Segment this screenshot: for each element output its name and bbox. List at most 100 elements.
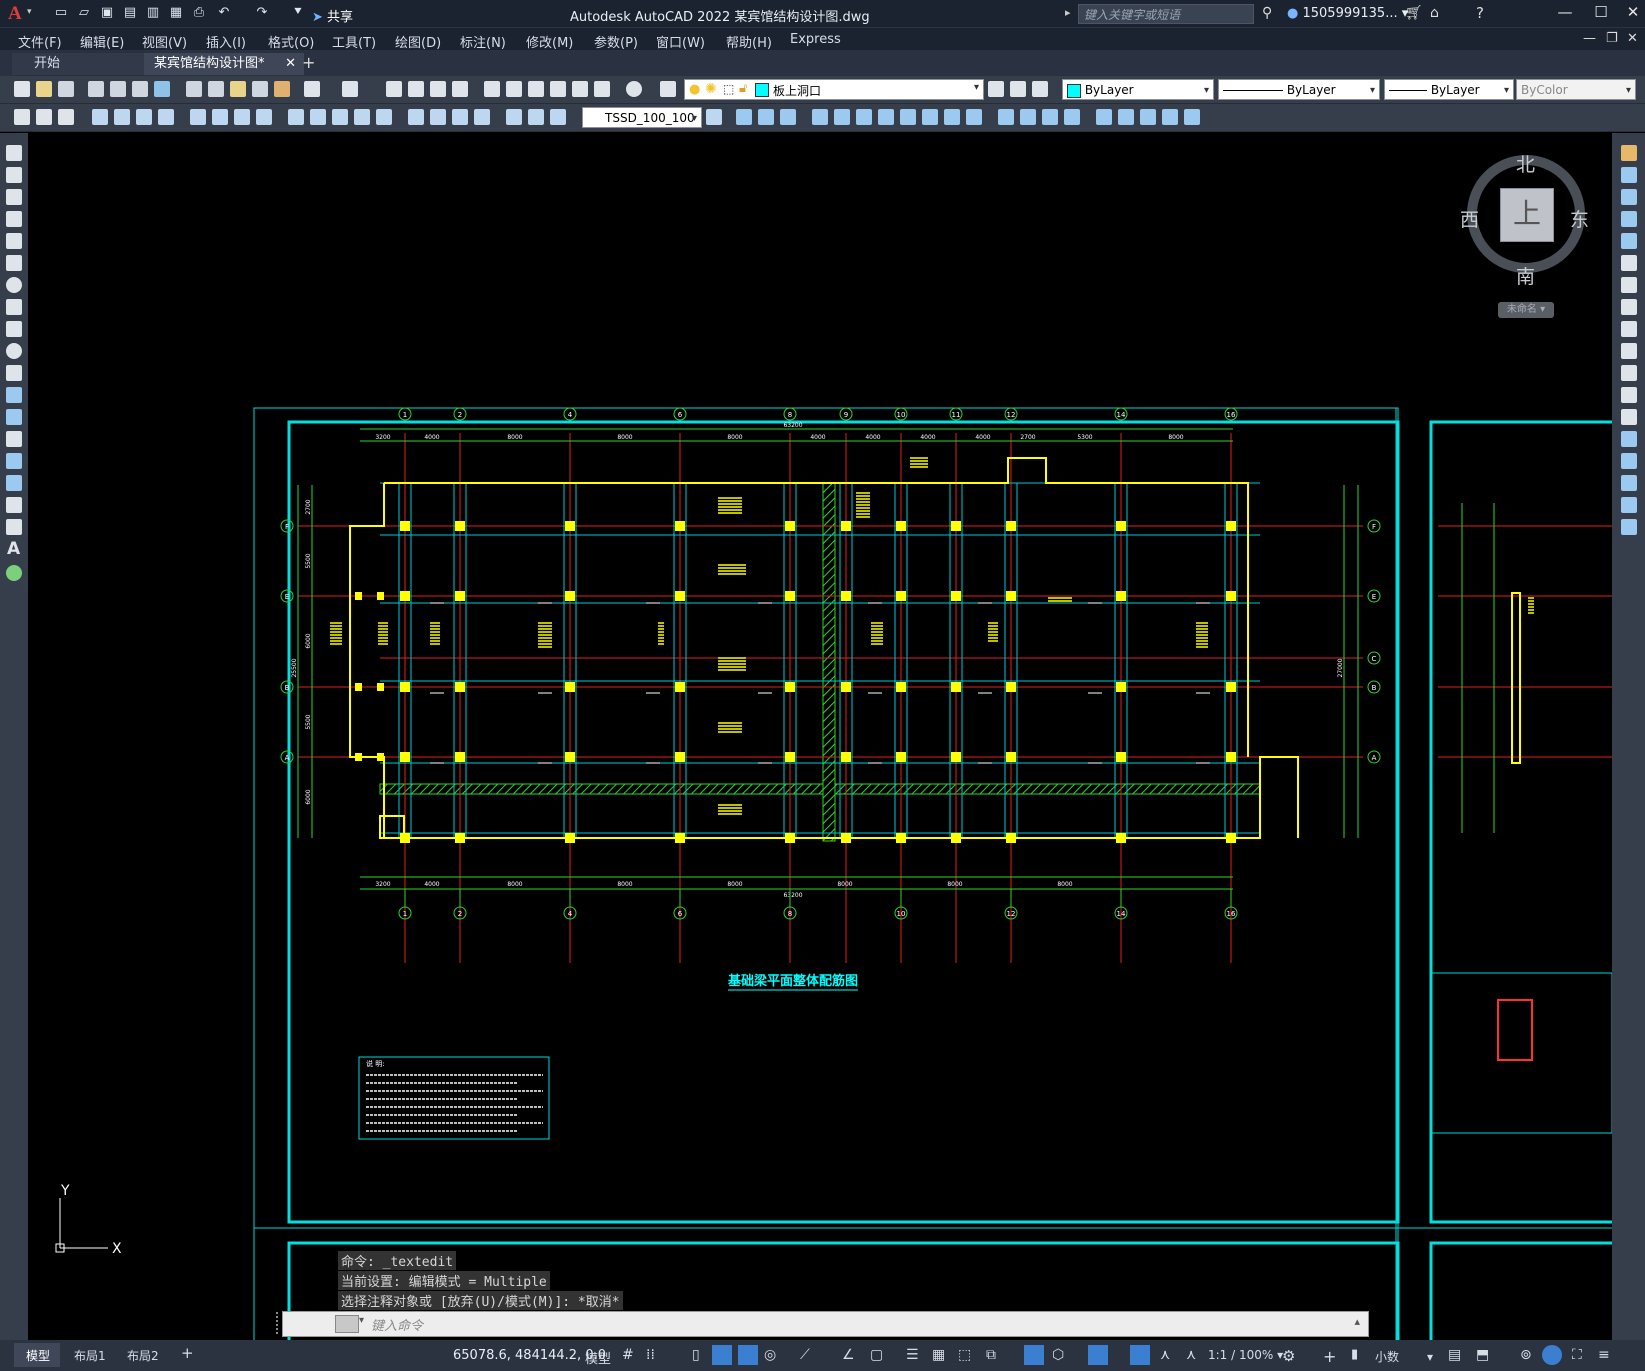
mirror-icon[interactable] (1621, 189, 1637, 205)
lineweight-dropdown[interactable]: ByLayer ▾ (1384, 79, 1514, 100)
copy-icon[interactable] (208, 81, 224, 97)
layer-properties-icon[interactable] (660, 81, 676, 97)
3d-mirror-icon[interactable] (1184, 109, 1200, 125)
tssd-tool-icon[interactable] (58, 109, 74, 125)
autocad-logo-icon[interactable]: A (8, 3, 22, 25)
selection-cycling-icon[interactable]: ▦ (932, 1347, 945, 1363)
transparency-icon[interactable]: ☰ (906, 1347, 919, 1363)
3d-box-icon[interactable] (736, 109, 752, 125)
3d-osnap-icon[interactable]: ⬚ (958, 1347, 971, 1363)
make-block-icon[interactable] (6, 409, 22, 425)
explode-icon[interactable] (1621, 519, 1637, 535)
plotstyle-dropdown[interactable]: ByColor ▾ (1516, 79, 1636, 100)
stretch-icon[interactable] (1621, 321, 1637, 337)
selection-filter-icon[interactable] (1024, 1345, 1044, 1365)
3d-move-icon[interactable] (1096, 109, 1112, 125)
object-snap-icon[interactable]: ∠ (842, 1347, 855, 1363)
rectangle-icon[interactable] (6, 233, 22, 249)
ellipse-icon[interactable] (6, 343, 22, 359)
dynamic-input-icon[interactable]: ▯ (692, 1347, 700, 1363)
search-expand-icon[interactable]: ▸ (1065, 6, 1071, 19)
menu-format[interactable]: 格式(O) (268, 32, 314, 51)
graphics-performance-icon[interactable] (1542, 1345, 1562, 1365)
tab-layout2[interactable]: 布局2 (127, 1347, 159, 1364)
open-icon[interactable] (36, 81, 52, 97)
tssd-tool-icon[interactable] (36, 109, 52, 125)
arc-icon[interactable] (6, 255, 22, 271)
menu-window[interactable]: 窗口(W) (656, 32, 705, 51)
menu-edit[interactable]: 编辑(E) (80, 32, 124, 51)
drawing-canvas[interactable]: 3200 4000 8000 8000 8000 4000 4000 4000 4000 2700… (28, 133, 1612, 1340)
menu-express[interactable]: Express (790, 32, 841, 47)
block-editor-icon[interactable] (274, 81, 290, 97)
radius-dimension-icon[interactable] (190, 109, 206, 125)
3d-cylinder-icon[interactable] (834, 109, 850, 125)
pan-icon[interactable] (386, 81, 402, 97)
3d-pyramid-icon[interactable] (878, 109, 894, 125)
properties-icon[interactable] (484, 81, 500, 97)
menu-parametric[interactable]: 参数(P) (594, 32, 638, 51)
dimension-style-icon[interactable] (706, 109, 722, 125)
erase-icon[interactable] (1621, 145, 1637, 161)
3d-subtract-icon[interactable] (1020, 109, 1036, 125)
units-dropdown[interactable]: 小数 ▾ (1375, 1348, 1433, 1365)
close-window-button[interactable]: ✕ (1618, 3, 1645, 21)
customization-icon[interactable]: ≡ (1598, 1347, 1610, 1363)
break-at-point-icon[interactable] (1621, 387, 1637, 403)
move-icon[interactable] (1621, 255, 1637, 271)
lineweight-icon[interactable]: ▢ (870, 1347, 883, 1363)
blend-curves-icon[interactable] (1621, 497, 1637, 513)
minimize-button[interactable]: — (1550, 3, 1580, 21)
auto-scale-icon[interactable] (1130, 1345, 1150, 1365)
new-file-icon[interactable]: ▭ (53, 5, 69, 21)
line-tool-icon[interactable] (6, 145, 22, 161)
3d-slice-icon[interactable] (1064, 109, 1080, 125)
tab-start[interactable]: 开始 (12, 53, 152, 75)
3d-sphere-icon[interactable] (812, 109, 828, 125)
a360-icon[interactable]: ⌂ (1430, 5, 1439, 21)
3d-union-icon[interactable] (998, 109, 1014, 125)
print-icon[interactable]: ⎙ (191, 5, 207, 21)
markup-icon[interactable] (572, 81, 588, 97)
add-layout-button[interactable]: + (181, 1344, 194, 1362)
redo-tool-icon[interactable] (342, 81, 358, 97)
arc-length-icon[interactable] (136, 109, 152, 125)
3d-revolve-icon[interactable] (944, 109, 960, 125)
isodraft-icon[interactable]: ◎ (764, 1347, 776, 1363)
menu-tools[interactable]: 工具(T) (332, 32, 376, 51)
3d-polysolid-icon[interactable] (900, 109, 916, 125)
baseline-dimension-icon[interactable] (310, 109, 326, 125)
viewcube-top-face[interactable]: 上 (1500, 188, 1554, 242)
menu-dimension[interactable]: 标注(N) (460, 32, 506, 51)
spline-icon[interactable] (6, 321, 22, 337)
save-as-icon[interactable]: ▤ (122, 5, 138, 21)
help-tool-icon[interactable] (626, 81, 642, 97)
linetype-dropdown[interactable]: ByLayer ▾ (1218, 79, 1380, 100)
lock-ui-icon[interactable]: ⬒ (1476, 1347, 1489, 1363)
3d-intersect-icon[interactable] (1042, 109, 1058, 125)
color-dropdown[interactable]: ByLayer ▾ (1062, 79, 1214, 100)
rotate-icon[interactable] (1621, 277, 1637, 293)
tssd-tool-icon[interactable] (14, 109, 30, 125)
ortho-icon[interactable] (712, 1345, 732, 1365)
menu-file[interactable]: 文件(F) (18, 32, 62, 51)
dynamic-ucs-icon[interactable]: ⧉ (986, 1347, 996, 1363)
region-icon[interactable] (6, 497, 22, 513)
menu-modify[interactable]: 修改(M) (526, 32, 573, 51)
preview-icon[interactable] (110, 81, 126, 97)
plot-icon[interactable] (88, 81, 104, 97)
fillet-icon[interactable] (1621, 475, 1637, 491)
add-selected-icon[interactable] (6, 565, 22, 581)
circle-icon[interactable] (6, 277, 22, 293)
annotation-scale-dropdown[interactable]: 1:1 / 100% ▾ (1208, 1348, 1283, 1362)
quick-dimension-icon[interactable] (288, 109, 304, 125)
dimension-space-icon[interactable] (354, 109, 370, 125)
qnew-icon[interactable] (14, 81, 30, 97)
save-icon[interactable]: ▣ (99, 5, 115, 21)
annotation-monitor-icon[interactable]: + (1323, 1347, 1336, 1366)
snap-icon[interactable]: ⁞⁞ (646, 1347, 655, 1363)
tab-drawing[interactable]: 某宾馆结构设计图* ✕ (144, 53, 304, 75)
object-snap-tracking-icon[interactable]: ⟋ (800, 1347, 810, 1363)
app-menu-arrow-icon[interactable]: ▾ (27, 7, 32, 17)
join-icon[interactable] (1621, 431, 1637, 447)
